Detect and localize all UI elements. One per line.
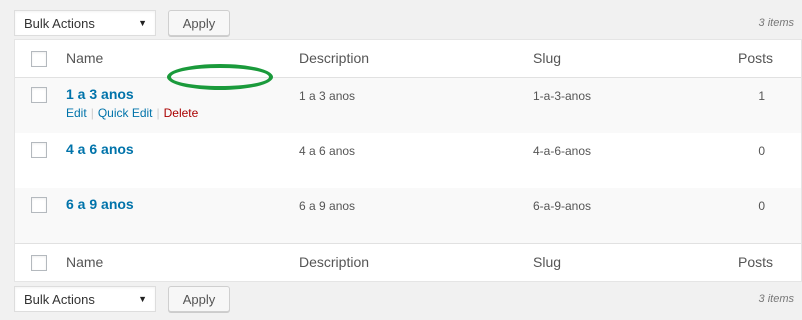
tablenav-top: Bulk Actions ▼ Apply 3 items <box>14 8 802 38</box>
bulk-actions-select-top[interactable]: Bulk Actions ▼ <box>14 10 156 36</box>
edit-link[interactable]: Edit <box>66 106 87 120</box>
apply-button-bottom[interactable]: Apply <box>168 286 230 312</box>
term-description: 4 a 6 anos <box>299 144 356 158</box>
column-footer-slug[interactable]: Slug <box>533 254 561 270</box>
select-all-checkbox-footer[interactable] <box>31 255 47 271</box>
row-checkbox[interactable] <box>31 142 47 158</box>
term-posts-count[interactable]: 0 <box>758 199 765 213</box>
column-footer-name[interactable]: Name <box>66 254 103 270</box>
table-row: 6 a 9 anos 6 a 9 anos 6-a-9-anos 0 <box>15 188 801 243</box>
row-checkbox[interactable] <box>31 197 47 213</box>
term-description: 1 a 3 anos <box>299 89 356 103</box>
apply-button-top[interactable]: Apply <box>168 10 230 36</box>
term-posts-count[interactable]: 0 <box>758 144 765 158</box>
bulk-actions-label: Bulk Actions <box>24 291 95 307</box>
highlight-ring <box>167 64 273 90</box>
quick-edit-link[interactable]: Quick Edit <box>98 106 153 120</box>
items-count-top: 3 items <box>758 17 794 29</box>
row-actions: Edit | Quick Edit | Delete <box>66 106 198 120</box>
column-header-description[interactable]: Description <box>299 50 369 66</box>
tablenav-bottom: Bulk Actions ▼ Apply 3 items <box>14 284 802 314</box>
column-footer-posts[interactable]: Posts <box>738 254 773 270</box>
term-slug: 6-a-9-anos <box>533 199 592 213</box>
term-name-link[interactable]: 1 a 3 anos <box>66 86 134 102</box>
column-header-posts[interactable]: Posts <box>738 50 773 66</box>
term-slug: 4-a-6-anos <box>533 144 592 158</box>
table-header: Name Description Slug Posts <box>15 40 801 78</box>
column-header-slug[interactable]: Slug <box>533 50 561 66</box>
term-slug: 1-a-3-anos <box>533 89 592 103</box>
delete-link[interactable]: Delete <box>164 106 199 120</box>
term-description: 6 a 9 anos <box>299 199 356 213</box>
table-footer: Name Description Slug Posts <box>15 243 801 281</box>
items-count-bottom: 3 items <box>758 293 794 305</box>
table-row: 4 a 6 anos 4 a 6 anos 4-a-6-anos 0 <box>15 133 801 188</box>
bulk-actions-select-bottom[interactable]: Bulk Actions ▼ <box>14 286 156 312</box>
terms-table: Name Description Slug Posts 1 a 3 anos E… <box>14 39 802 282</box>
bulk-actions-label: Bulk Actions <box>24 15 95 31</box>
term-name-link[interactable]: 4 a 6 anos <box>66 141 134 157</box>
row-checkbox[interactable] <box>31 87 47 103</box>
caret-down-icon: ▼ <box>138 18 147 28</box>
column-footer-description[interactable]: Description <box>299 254 369 270</box>
separator: | <box>90 106 94 120</box>
table-row: 1 a 3 anos Edit | Quick Edit | Delete 1 a 3 … <box>15 78 801 133</box>
term-posts-count[interactable]: 1 <box>758 89 765 103</box>
column-header-name[interactable]: Name <box>66 50 103 66</box>
select-all-checkbox[interactable] <box>31 51 47 67</box>
separator: | <box>156 106 160 120</box>
caret-down-icon: ▼ <box>138 294 147 304</box>
term-name-link[interactable]: 6 a 9 anos <box>66 196 134 212</box>
